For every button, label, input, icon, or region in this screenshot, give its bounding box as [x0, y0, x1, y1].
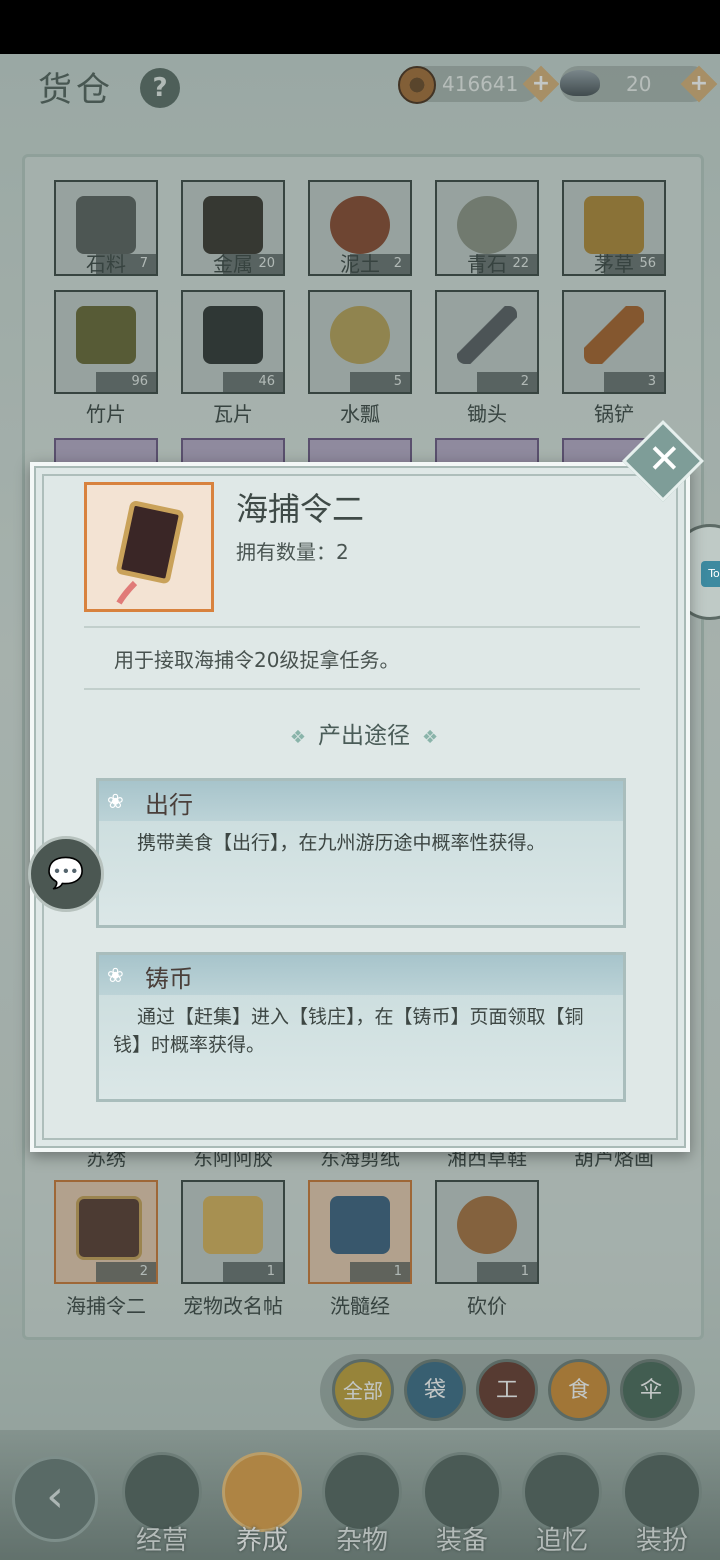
warrant-token-icon — [116, 501, 184, 605]
diamond-ornament-icon: ❖ — [289, 727, 306, 748]
lotus-icon: ❀ — [107, 789, 124, 813]
source-card-mint[interactable]: ❀ 铸币 通过【赶集】进入【钱庄】，在【铸币】页面领取【铜钱】时概率获得。 — [96, 952, 626, 1102]
source-description: 通过【赶集】进入【钱庄】，在【铸币】页面领取【铜钱】时概率获得。 — [113, 1006, 584, 1056]
chat-bubble-icon[interactable]: 💬 — [28, 836, 104, 912]
source-card-travel[interactable]: ❀ 出行 携带美食【出行】，在九州游历途中概率性获得。 — [96, 778, 626, 928]
diamond-ornament-icon: ❖ — [422, 727, 439, 748]
sources-heading: ❖ 产出途径 ❖ — [289, 723, 439, 749]
owned-count: 拥有数量：2 — [236, 540, 349, 564]
source-description: 携带美食【出行】，在九州游历途中概率性获得。 — [137, 832, 546, 854]
item-description: 用于接取海捕令20级捉拿任务。 — [114, 648, 400, 672]
item-name: 海捕令二 — [236, 490, 365, 528]
warehouse-screen: 货仓 ? 416641 + 20 + 7 20 2 22 56 石料 金属 泥土… — [0, 54, 720, 1560]
lotus-icon: ❀ — [107, 963, 124, 987]
divider — [84, 688, 640, 690]
item-image — [84, 482, 214, 612]
divider — [84, 626, 640, 628]
item-detail-dialog: 海捕令二 拥有数量：2 用于接取海捕令20级捉拿任务。 ❖ 产出途径 ❖ ❀ 出行 携… — [30, 462, 690, 1152]
